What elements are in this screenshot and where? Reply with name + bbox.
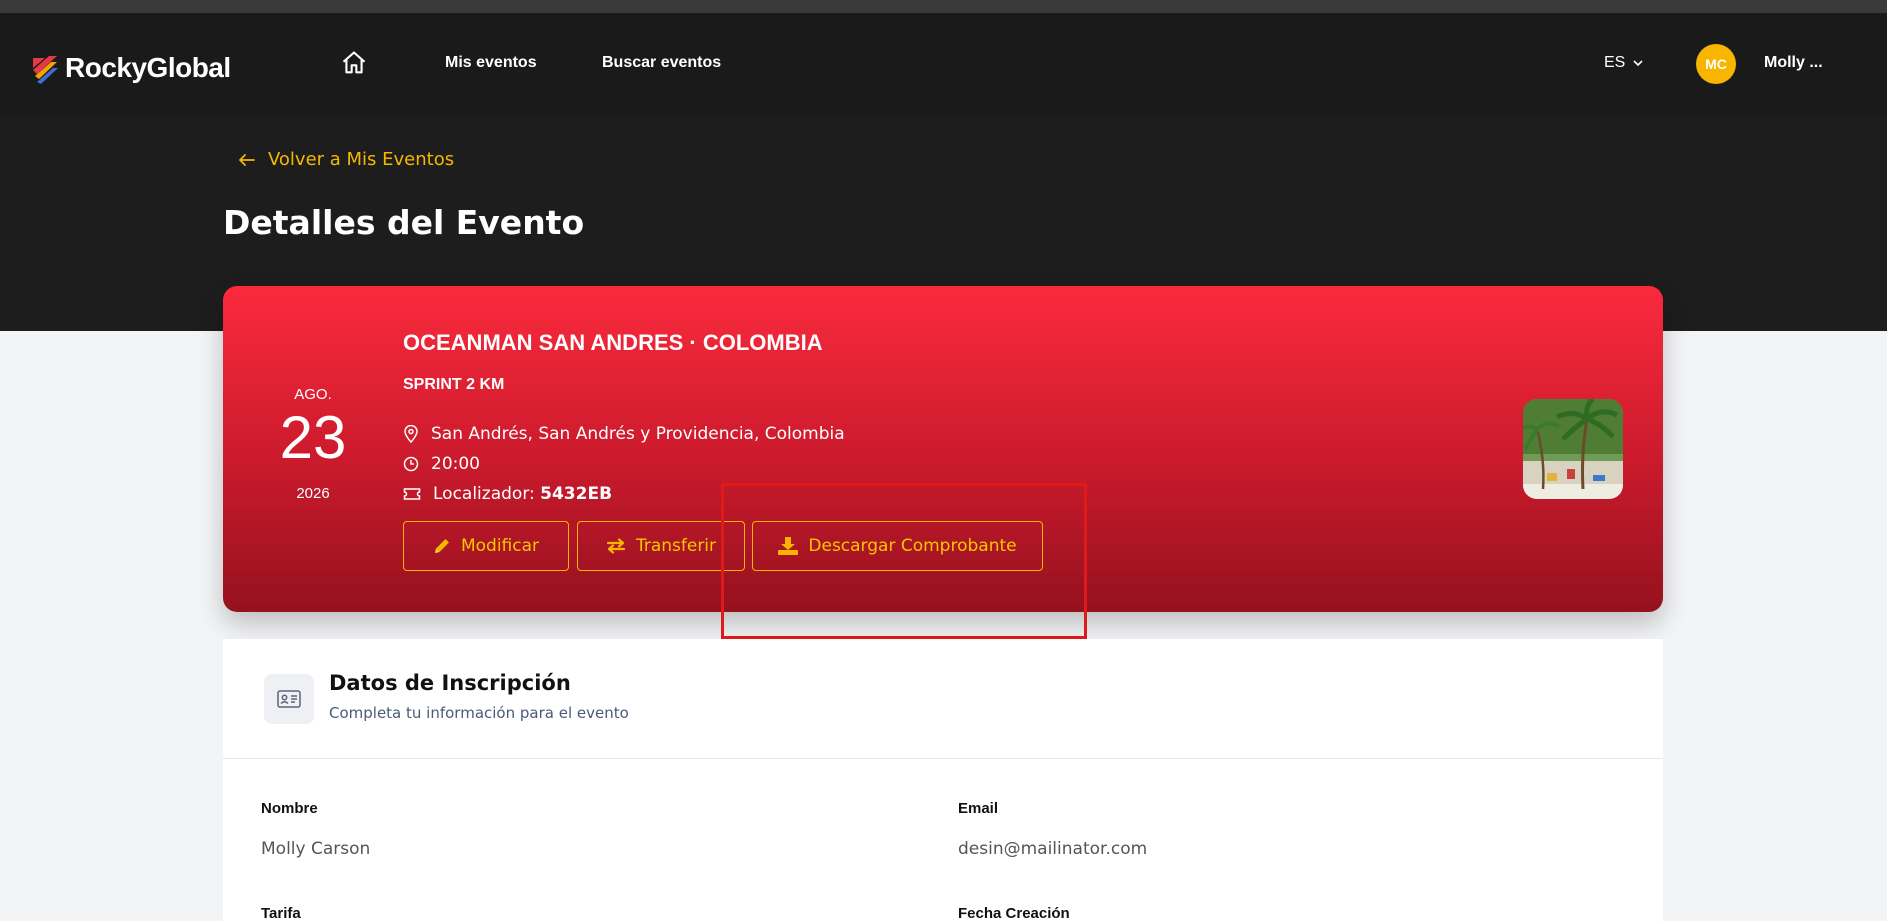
beach-palm-image xyxy=(1523,399,1623,499)
username[interactable]: Molly ... xyxy=(1764,54,1823,72)
event-location-row: San Andrés, San Andrés y Providencia, Co… xyxy=(403,424,845,444)
transfer-arrows-icon xyxy=(606,538,626,554)
ticket-icon xyxy=(403,488,421,500)
home-icon[interactable] xyxy=(340,49,368,77)
modify-button-label: Modificar xyxy=(460,536,540,556)
event-card: AGO. 23 2026 OCEANMAN SAN ANDRES · COLOM… xyxy=(223,286,1663,612)
event-year: 2026 xyxy=(296,485,330,502)
event-time-row: 20:00 xyxy=(403,454,480,474)
transfer-button[interactable]: Transferir xyxy=(577,521,745,571)
event-locator: Localizador: 5432EB xyxy=(433,484,612,504)
field-label-nombre: Nombre xyxy=(261,800,318,817)
event-day: 23 xyxy=(279,404,347,471)
browser-top-strip xyxy=(0,0,1887,13)
avatar[interactable]: MC xyxy=(1696,44,1736,84)
locator-label: Localizador: xyxy=(433,484,541,504)
field-value-nombre: Molly Carson xyxy=(261,839,371,859)
event-title: OCEANMAN SAN ANDRES · COLOMBIA xyxy=(403,330,823,355)
locator-code: 5432EB xyxy=(540,484,613,504)
brand-name: RockyGlobal xyxy=(65,52,231,83)
rocky-logo-icon xyxy=(33,56,58,84)
chevron-down-icon xyxy=(1633,60,1643,67)
download-icon xyxy=(778,537,799,555)
event-locator-row: Localizador: 5432EB xyxy=(403,484,612,504)
field-value-email: desin@mailinator.com xyxy=(958,839,1148,859)
download-button-label: Descargar Comprobante xyxy=(808,536,1017,556)
event-date: AGO. 23 2026 xyxy=(223,286,403,612)
language-code: ES xyxy=(1604,54,1626,71)
id-card-icon xyxy=(264,674,314,724)
navbar: RockyGlobal Mis eventos Buscar eventos E… xyxy=(0,13,1887,115)
modify-button[interactable]: Modificar xyxy=(403,521,569,571)
field-label-email: Email xyxy=(958,800,999,817)
language-selector[interactable]: ES xyxy=(1604,54,1644,72)
nav-mis-eventos[interactable]: Mis eventos xyxy=(445,54,537,72)
brand-logo[interactable]: RockyGlobal xyxy=(31,43,231,93)
event-month: AGO. xyxy=(294,386,332,403)
download-receipt-button[interactable]: Descargar Comprobante xyxy=(752,521,1043,571)
field-label-tarifa: Tarifa xyxy=(261,905,301,921)
arrow-left-icon xyxy=(239,153,255,166)
pencil-icon xyxy=(434,539,449,553)
clock-icon xyxy=(403,456,419,472)
location-pin-icon xyxy=(404,425,418,443)
event-time: 20:00 xyxy=(431,454,480,474)
event-thumbnail xyxy=(1523,399,1623,499)
back-link[interactable]: Volver a Mis Eventos xyxy=(238,149,454,170)
registration-card: Datos de Inscripción Completa tu informa… xyxy=(223,639,1663,921)
event-subtitle: SPRINT 2 KM xyxy=(403,376,505,393)
transfer-button-label: Transferir xyxy=(635,536,717,556)
divider xyxy=(223,758,1663,759)
registration-subtitle: Completa tu información para el evento xyxy=(329,704,629,722)
page-title: Detalles del Evento xyxy=(223,203,585,242)
field-label-fecha-creacion: Fecha Creación xyxy=(958,905,1070,921)
nav-buscar-eventos[interactable]: Buscar eventos xyxy=(602,54,721,72)
registration-title: Datos de Inscripción xyxy=(329,671,571,695)
event-location: San Andrés, San Andrés y Providencia, Co… xyxy=(431,424,845,444)
back-link-label: Volver a Mis Eventos xyxy=(268,149,455,170)
